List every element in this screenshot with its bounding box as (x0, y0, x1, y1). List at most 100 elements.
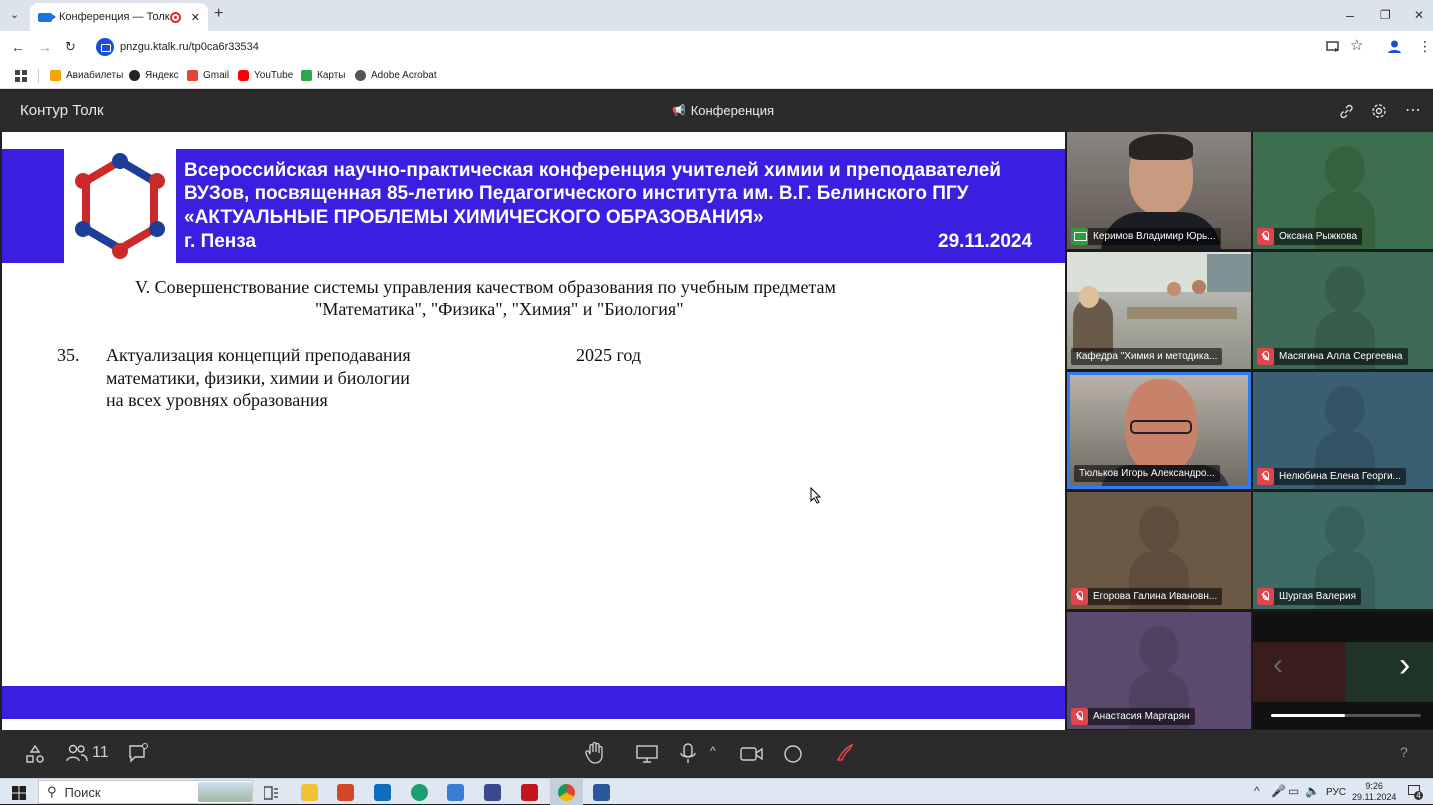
forward-arrow-icon[interactable]: → (38, 38, 52, 56)
taskbar-search-box[interactable]: ⚲ Поиск (38, 780, 253, 804)
chat-icon[interactable] (128, 743, 150, 763)
participant-tile-margaryan[interactable]: Анастасия Маргарян (1067, 612, 1251, 729)
participant-tile-ryzhkova[interactable]: Оксана Рыжкова (1253, 132, 1433, 249)
edge-icon[interactable] (411, 784, 428, 801)
bookmark-adobe-acrobat[interactable]: Adobe Acrobat (355, 70, 437, 81)
participants-panel: Керимов Владимир Юрь... Оксана Рыжкова К… (1065, 132, 1433, 730)
mouse-cursor-icon (810, 487, 822, 504)
participant-tile-masyagina[interactable]: Масягина Алла Сергеевна (1253, 252, 1433, 369)
brand-title: Контур Толк (20, 102, 104, 119)
banner-line-2: ВУЗов, посвященная 85-летию Педагогическ… (184, 183, 969, 204)
restore-button[interactable]: ❐ (1380, 6, 1391, 24)
store-icon[interactable] (447, 784, 464, 801)
acrobat-icon[interactable] (521, 784, 538, 801)
tab-title: Конференция — Толк (59, 11, 170, 23)
volume-icon[interactable]: 🔈 (1305, 784, 1320, 798)
bookmark-star-icon[interactable]: ☆ (1350, 37, 1363, 55)
item-text-line-1: Актуализация концепций преподавания (106, 345, 411, 365)
participant-tile-tyulkov[interactable]: Тюльков Игорь Александро... (1067, 372, 1251, 489)
shapes-icon[interactable] (25, 744, 45, 764)
conference-title-block: 📢 Конференция (672, 103, 774, 118)
tab-search-chevron-icon[interactable]: ⌄ (10, 6, 19, 24)
close-tab-icon[interactable]: ✕ (191, 11, 200, 24)
link-icon[interactable] (1339, 104, 1354, 119)
save-disk-icon[interactable] (484, 784, 501, 801)
bookmarks-bar: Авиабилеты Яндекс Gmail YouTube Карты Ad… (0, 63, 1433, 89)
task-view-icon[interactable] (264, 786, 278, 800)
settings-gear-icon[interactable] (1371, 103, 1387, 119)
clock[interactable]: 9:26 29.11.2024 (1352, 781, 1396, 803)
banner-line-3: «АКТУАЛЬНЫЕ ПРОБЛЕМЫ ХИМИЧЕСКОГО ОБРАЗОВ… (184, 207, 764, 228)
next-page-chevron-icon[interactable]: › (1399, 646, 1410, 685)
bookmark-maps[interactable]: Карты (301, 70, 346, 81)
screen-share-button-icon[interactable] (636, 744, 658, 764)
taskbar-search-text: Поиск (64, 784, 101, 800)
windows-start-icon[interactable] (12, 786, 26, 800)
more-menu-icon[interactable]: ⋯ (1405, 100, 1421, 120)
item-year: 2025 год (576, 345, 642, 365)
tray-mic-icon[interactable]: 🎤 (1271, 784, 1286, 798)
hang-up-icon[interactable] (834, 742, 856, 764)
browser-tab[interactable]: Конференция — Толк ✕ (30, 3, 208, 31)
mic-muted-icon (1257, 348, 1274, 365)
section-heading-line-1: V. Совершенствование системы управления … (135, 277, 836, 297)
people-icon (66, 744, 88, 762)
plane-icon (50, 70, 61, 81)
banner-date: 29.11.2024 (938, 231, 1033, 252)
participant-tile-egorova[interactable]: Егорова Галина Ивановн... (1067, 492, 1251, 609)
classroom-window (1207, 254, 1251, 292)
search-highlight-image (198, 782, 252, 802)
participant-tile-shurgaya[interactable]: Шургая Валерия (1253, 492, 1433, 609)
url-text: pnzgu.ktalk.ru/tp0ca6r33534 (120, 41, 259, 53)
bookmark-gmail[interactable]: Gmail (187, 70, 229, 81)
item-text-line-2: математики, физики, химии и биологии (106, 368, 410, 388)
participant-tile-nelyubina[interactable]: Нелюбина Елена Георги... (1253, 372, 1433, 489)
participant-name: Егорова Галина Ивановн... (1071, 588, 1223, 605)
new-tab-button[interactable]: + (214, 5, 223, 23)
item-number: 35. (57, 345, 80, 365)
bookmarks-divider (38, 69, 39, 83)
language-indicator[interactable]: РУС (1326, 787, 1346, 798)
back-arrow-icon[interactable]: ← (11, 38, 25, 56)
file-explorer-icon[interactable] (301, 784, 318, 801)
chrome-icon[interactable] (558, 784, 575, 801)
prev-page-chevron-icon[interactable]: ‹ (1273, 648, 1283, 682)
record-circle-icon[interactable] (783, 744, 803, 764)
participant-name: Тюльков Игорь Александро... (1074, 465, 1220, 482)
close-window-button[interactable]: ✕ (1414, 6, 1424, 24)
help-button[interactable]: ? (1400, 744, 1408, 760)
minimize-button[interactable]: – (1346, 6, 1354, 24)
participants-button[interactable]: 11 (66, 744, 109, 762)
notification-icon[interactable]: 4 (1408, 785, 1423, 800)
network-icon[interactable]: ▭ (1288, 784, 1299, 798)
video-camera-icon (38, 12, 56, 22)
profile-icon[interactable] (1387, 39, 1402, 54)
maps-icon (301, 70, 312, 81)
classroom-person-2 (1167, 282, 1181, 296)
bookmark-youtube[interactable]: YouTube (238, 70, 293, 81)
browser-tab-strip: ⌄ Конференция — Толк ✕ + – ❐ ✕ (0, 0, 1433, 31)
apps-grid-icon[interactable] (15, 70, 27, 82)
outlook-icon[interactable] (374, 784, 391, 801)
menu-kebab-icon[interactable]: ⋮ (1418, 37, 1432, 55)
cast-icon[interactable] (1326, 40, 1340, 54)
notification-count: 4 (1414, 791, 1423, 800)
raise-hand-icon[interactable] (585, 742, 605, 764)
site-info-icon[interactable] (96, 38, 114, 56)
tray-chevron-icon[interactable]: ^ (1254, 784, 1260, 798)
powerpoint-icon[interactable] (337, 784, 354, 801)
microphone-icon[interactable] (680, 743, 696, 765)
mic-options-chevron-icon[interactable]: ^ (710, 744, 716, 758)
url-field[interactable]: pnzgu.ktalk.ru/tp0ca6r33534 (92, 35, 1372, 59)
classroom-desk (1127, 307, 1237, 319)
item-text-line-3: на всех уровнях образования (106, 390, 328, 410)
participant-tile-kerimov[interactable]: Керимов Владимир Юрь... (1067, 132, 1251, 249)
camera-icon[interactable] (740, 746, 764, 762)
reload-icon[interactable]: ↻ (65, 38, 76, 56)
bookmark-yandex[interactable]: Яндекс (129, 70, 179, 81)
pager-progress (1271, 714, 1345, 717)
word-icon[interactable] (593, 784, 610, 801)
bookmark-aviabilety[interactable]: Авиабилеты (50, 70, 123, 81)
conference-toolbar: 11 ^ ? (0, 730, 1433, 778)
participant-tile-kafedra[interactable]: Кафедра "Химия и методика... (1067, 252, 1251, 369)
